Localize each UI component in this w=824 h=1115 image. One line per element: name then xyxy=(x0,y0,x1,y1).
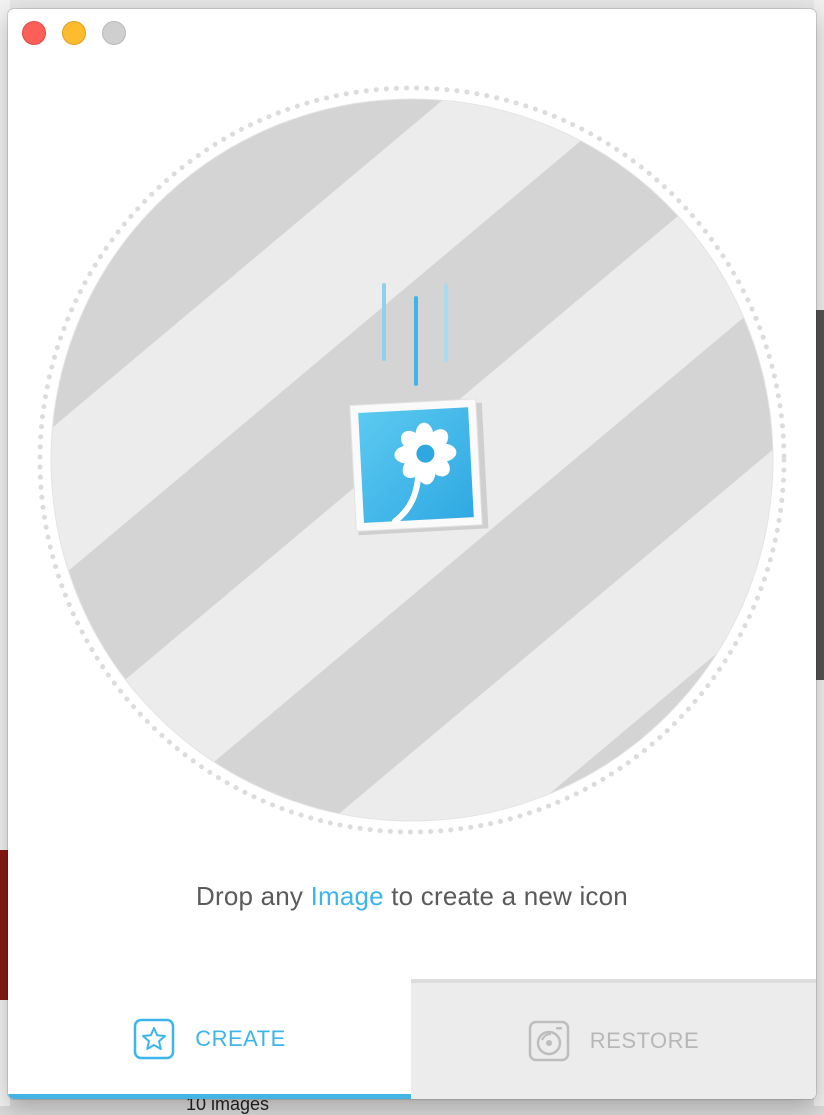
tab-create[interactable]: CREATE xyxy=(8,979,411,1099)
star-icon xyxy=(133,1018,175,1060)
active-tab-indicator xyxy=(8,1094,411,1099)
window-controls xyxy=(22,21,126,45)
restore-disk-icon xyxy=(528,1020,570,1062)
tab-create-label: CREATE xyxy=(195,1026,286,1052)
drop-instructions: Drop any Image to create a new icon xyxy=(8,881,816,912)
drop-zone-graphic xyxy=(36,84,788,836)
image-drop-zone[interactable] xyxy=(36,84,788,836)
drop-hint-prefix: Drop any xyxy=(196,881,311,911)
app-window: Drop any Image to create a new icon CREA… xyxy=(8,9,816,1099)
close-window-button[interactable] xyxy=(22,21,46,45)
mode-tabbar: CREATE RESTORE xyxy=(8,979,816,1099)
flower-image-icon xyxy=(350,399,489,536)
minimize-window-button[interactable] xyxy=(62,21,86,45)
image-link[interactable]: Image xyxy=(311,881,384,911)
drop-hint-suffix: to create a new icon xyxy=(384,881,628,911)
tab-restore-label: RESTORE xyxy=(590,1028,699,1054)
tab-restore[interactable]: RESTORE xyxy=(411,979,816,1099)
zoom-window-button[interactable] xyxy=(102,21,126,45)
